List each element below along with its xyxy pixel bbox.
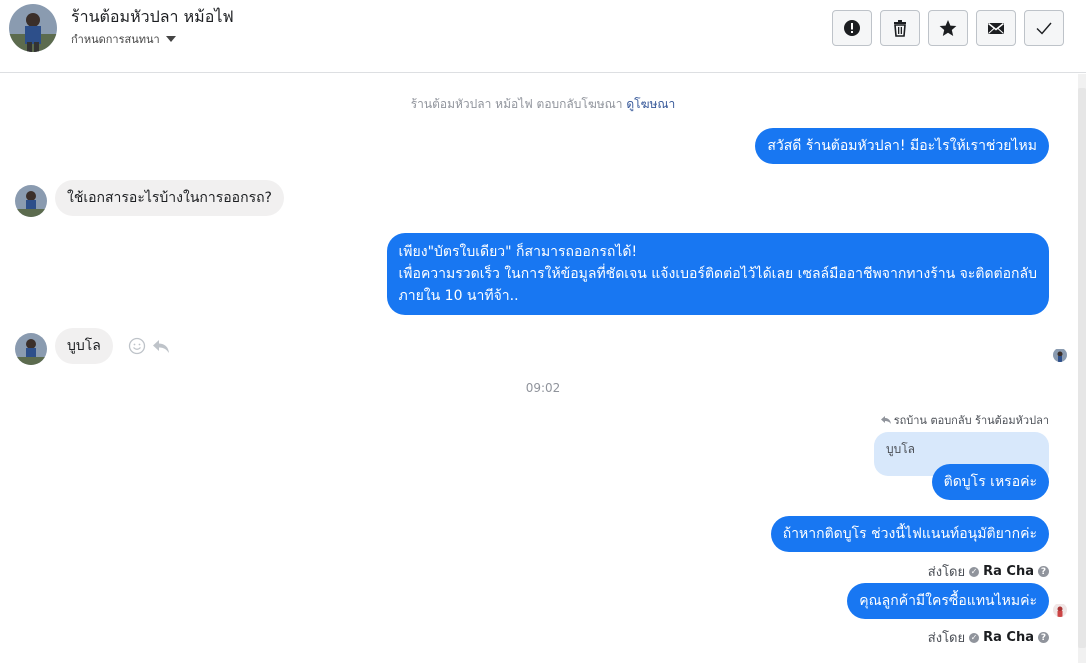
- ad-reply-note: ร้านต้อมหัวปลา หม้อไฟ ตอบกลับโฆษณา ดูโฆษ…: [0, 95, 1086, 114]
- message-line: เพียง"บัตรใบเดียว" ก็สามารถออกรถได้!: [398, 244, 638, 260]
- message-timestamp: 09:02: [525, 381, 561, 395]
- sent-by-prefix: ส่งโดย: [927, 631, 966, 646]
- ad-reply-text: ร้านต้อมหัวปลา หม้อไฟ ตอบกลับโฆษณา: [410, 97, 623, 111]
- outgoing-message[interactable]: ถ้าหากติดบูโร ช่วงนี้ไฟแนนท์อนุมัติยากค่…: [770, 516, 1049, 552]
- done-button[interactable]: [1024, 10, 1064, 46]
- scrollbar-thumb[interactable]: [1078, 88, 1086, 648]
- sender-name[interactable]: Ra Cha: [983, 630, 1034, 645]
- incoming-message[interactable]: ใช้เอกสารอะไรบ้างในการออกรถ?: [55, 180, 284, 216]
- reply-context: รถบ้าน ตอบกลับ ร้านต้อมหัวปลา: [880, 411, 1049, 429]
- reply-arrow-icon: [880, 416, 891, 424]
- report-button[interactable]: [832, 10, 872, 46]
- outgoing-message[interactable]: เพียง"บัตรใบเดียว" ก็สามารถออกรถได้! เพื…: [386, 233, 1049, 315]
- conversation-label-text: กำหนดการสนทนา: [71, 33, 160, 46]
- conversation-header: ร้านต้อมหัวปลา หม้อไฟ กำหนดการสนทนา: [0, 0, 1086, 73]
- view-ad-link[interactable]: ดูโฆษณา: [626, 97, 675, 111]
- sender-name[interactable]: Ra Cha: [983, 564, 1034, 579]
- message-line: ภายใน 10 นาทีจ้า..: [398, 288, 519, 304]
- trash-icon: [894, 20, 906, 37]
- check-icon: [1036, 22, 1052, 35]
- customer-avatar[interactable]: [15, 185, 47, 217]
- mark-unread-button[interactable]: [976, 10, 1016, 46]
- seen-avatar: [1053, 348, 1067, 362]
- conversation-label-dropdown[interactable]: กำหนดการสนทนา: [71, 30, 176, 48]
- outgoing-message[interactable]: คุณลูกค้ามีใครซื้อแทนไหมค่ะ: [847, 583, 1049, 619]
- message-actions: [128, 337, 170, 355]
- reply-context-text: รถบ้าน ตอบกลับ ร้านต้อมหัวปลา: [893, 414, 1049, 427]
- sent-by-label: ส่งโดย ✓ Ra Cha ?: [928, 627, 1049, 648]
- reply-icon: [153, 340, 169, 353]
- help-icon[interactable]: ?: [1038, 566, 1049, 577]
- reply-button[interactable]: [152, 337, 170, 355]
- outgoing-message[interactable]: ติดบูโร เหรอค่ะ: [931, 464, 1049, 500]
- chevron-down-icon: [165, 36, 176, 42]
- sent-by-label: ส่งโดย ✓ Ra Cha ?: [928, 561, 1049, 582]
- sent-by-prefix: ส่งโดย: [927, 565, 966, 580]
- message-line: เพื่อความรวดเร็ว ในการให้ข้อมูลที่ชัดเจน…: [398, 266, 1037, 282]
- toolbar: [832, 10, 1064, 46]
- delete-button[interactable]: [880, 10, 920, 46]
- page-title: ร้านต้อมหัวปลา หม้อไฟ: [71, 7, 234, 26]
- outgoing-message[interactable]: สวัสดี ร้านต้อมหัวปลา! มีอะไรให้เราช่วยไ…: [755, 128, 1049, 164]
- customer-avatar[interactable]: [15, 333, 47, 365]
- page-avatar[interactable]: [9, 4, 57, 52]
- exclamation-icon: [844, 20, 860, 36]
- incoming-message[interactable]: บูบโล: [55, 328, 113, 364]
- verified-icon: ✓: [969, 566, 980, 577]
- help-icon[interactable]: ?: [1038, 632, 1049, 643]
- envelope-icon: [988, 22, 1004, 34]
- react-button[interactable]: [128, 337, 146, 355]
- seen-avatar: [1053, 603, 1067, 617]
- smiley-icon: [128, 337, 146, 355]
- star-icon: [939, 20, 957, 36]
- star-button[interactable]: [928, 10, 968, 46]
- verified-icon: ✓: [969, 632, 980, 643]
